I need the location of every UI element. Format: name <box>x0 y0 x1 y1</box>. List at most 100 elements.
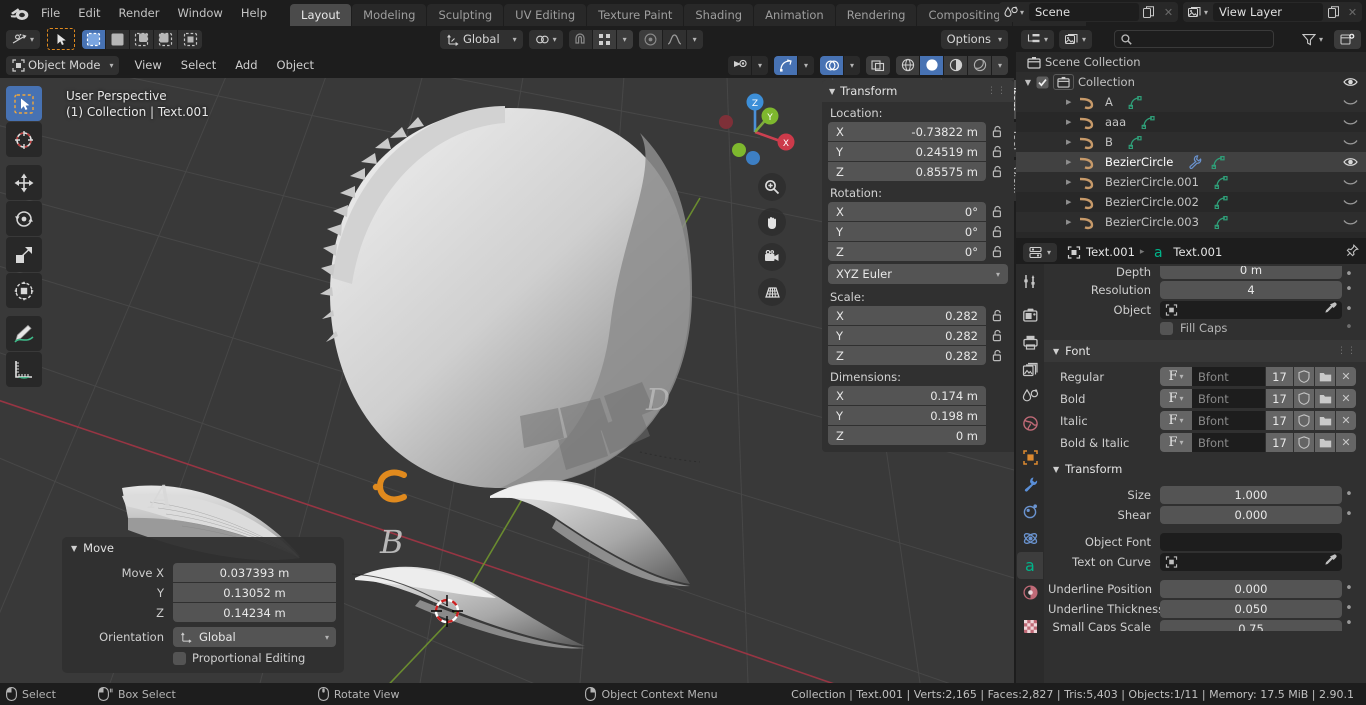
curve-data-icon[interactable] <box>1127 95 1143 109</box>
underline-row-field[interactable]: 0.75 <box>1160 620 1342 631</box>
expand-triangle-icon[interactable]: ▶ <box>1066 118 1078 126</box>
workspace-tab-sculpting[interactable]: Sculpting <box>427 4 504 26</box>
outliner-display-mode-button[interactable]: ▾ <box>1059 29 1093 49</box>
navigation-gizmo[interactable]: Z Y X <box>710 84 800 174</box>
proportional-edit-icon[interactable] <box>638 29 663 49</box>
tool-move-icon[interactable] <box>6 165 42 200</box>
expand-triangle-icon[interactable]: ▶ <box>1066 158 1078 166</box>
select-invert-icon[interactable] <box>154 29 179 49</box>
font-name-field[interactable]: Bfont <box>1192 433 1265 452</box>
eyedropper-icon[interactable] <box>1324 554 1337 570</box>
outliner-item-name[interactable]: BezierCircle.003 <box>1105 215 1199 229</box>
fake-user-shield-icon[interactable] <box>1293 389 1314 408</box>
tab-render[interactable] <box>1017 302 1043 329</box>
topbar-menu-file[interactable]: File <box>32 3 69 23</box>
fake-user-shield-icon[interactable] <box>1293 433 1314 452</box>
curve-data-icon[interactable] <box>1213 195 1229 209</box>
snap-magnet-icon[interactable] <box>568 29 593 49</box>
view-layer-selector[interactable]: ▾ View Layer ✕ <box>1182 2 1362 22</box>
animate-dot-icon[interactable]: • <box>1342 488 1356 501</box>
transform-orientation-dropdown[interactable]: Global ▾ <box>439 29 523 49</box>
pan-hand-icon[interactable] <box>758 208 786 236</box>
font-users-count[interactable]: 17 <box>1265 411 1293 430</box>
tab-world[interactable] <box>1017 410 1043 437</box>
expand-triangle-icon[interactable]: ▶ <box>1066 98 1078 106</box>
item-visibility-toggle[interactable] <box>1343 176 1358 188</box>
geometry-row-field[interactable]: 0 m <box>1160 266 1342 279</box>
workspace-tab-animation[interactable]: Animation <box>754 4 835 26</box>
collection-visibility-toggle[interactable] <box>1343 76 1358 88</box>
unlink-font-icon[interactable]: ✕ <box>1335 411 1356 430</box>
eyedropper-icon[interactable] <box>1324 302 1337 318</box>
move-row-field[interactable]: 0.13052 m <box>173 583 336 602</box>
object-mode-dropdown[interactable]: Object Mode ▾ <box>6 55 120 75</box>
outliner-search-input[interactable] <box>1114 30 1274 48</box>
workspace-tab-compositing[interactable]: Compositing <box>917 4 1012 26</box>
open-font-folder-icon[interactable] <box>1314 367 1335 386</box>
outliner-editor-type-button[interactable]: ▾ <box>1021 29 1055 49</box>
underline-row-field[interactable]: 0.000 <box>1160 580 1342 598</box>
rotation-mode-dropdown[interactable]: XYZ Euler ▾ <box>828 264 1008 284</box>
outliner-item-row[interactable]: ▶ B <box>1016 132 1366 152</box>
workspace-tab-uv-editing[interactable]: UV Editing <box>504 4 587 26</box>
lock-icon[interactable] <box>986 349 1008 362</box>
geometry-row-field[interactable]: 4 <box>1160 281 1342 299</box>
curve-data-icon[interactable] <box>1213 215 1229 229</box>
font-users-count[interactable]: 17 <box>1265 389 1293 408</box>
outliner-collection-row[interactable]: ▼ Collection <box>1016 72 1366 92</box>
font-browse-dropdown[interactable]: F ▾ <box>1160 411 1192 430</box>
collapse-triangle-icon[interactable]: ▼ <box>1053 465 1059 474</box>
zoom-icon[interactable] <box>758 173 786 201</box>
curve-data-icon[interactable] <box>1127 135 1143 149</box>
font-users-count[interactable]: 17 <box>1265 433 1293 452</box>
outliner-item-row[interactable]: ▶ BezierCircle.003 <box>1016 212 1366 232</box>
show-overlays-icon[interactable] <box>820 55 844 75</box>
animate-dot-icon[interactable]: • <box>1342 508 1356 521</box>
view-layer-name[interactable]: View Layer <box>1213 3 1323 21</box>
npanel-header[interactable]: ▼ Transform ⋮⋮ <box>822 80 1014 102</box>
np-scale-y-field[interactable]: Y 0.282 <box>828 326 986 345</box>
font-browse-dropdown[interactable]: F ▾ <box>1160 367 1192 386</box>
outliner-item-name[interactable]: A <box>1105 95 1113 109</box>
dimension-y-field[interactable]: Y 0.198 m <box>828 406 986 425</box>
lock-icon[interactable] <box>986 245 1008 258</box>
breadcrumb-object[interactable]: Text.001 <box>1086 245 1135 259</box>
expand-triangle-icon[interactable]: ▶ <box>1066 198 1078 206</box>
dimension-z-field[interactable]: Z 0 m <box>828 426 986 445</box>
object-font-field[interactable] <box>1160 533 1342 551</box>
tool-measure-icon[interactable] <box>6 352 42 387</box>
camera-view-icon[interactable] <box>758 243 786 271</box>
overlay-caret[interactable]: ▾ <box>844 55 860 75</box>
lock-icon[interactable] <box>986 329 1008 342</box>
active-tool-tweak-icon[interactable] <box>47 28 76 50</box>
shading-rendered-icon[interactable] <box>968 55 992 75</box>
collapse-triangle-icon[interactable]: ▼ <box>829 87 835 96</box>
new-scene-icon[interactable] <box>1140 2 1159 22</box>
animate-dot-icon[interactable]: • <box>1342 283 1356 296</box>
outliner-item-row[interactable]: ▶ A <box>1016 92 1366 112</box>
outliner-item-name[interactable]: BezierCircle.002 <box>1105 195 1199 209</box>
item-visibility-toggle[interactable] <box>1343 156 1358 168</box>
open-font-folder-icon[interactable] <box>1314 389 1335 408</box>
text-on-curve-field[interactable] <box>1160 553 1342 571</box>
np-rotation-x-field[interactable]: X 0° <box>828 202 986 221</box>
blender-logo-icon[interactable] <box>6 3 32 23</box>
select-set-icon[interactable] <box>82 29 107 49</box>
animate-dot-icon[interactable]: • <box>1342 602 1356 615</box>
scene-icon[interactable]: ▾ <box>998 2 1028 22</box>
outliner-item-row[interactable]: ▶ BezierCircle <box>1016 152 1366 172</box>
viewport-menu-object[interactable]: Object <box>269 56 322 74</box>
tab-texture[interactable] <box>1017 613 1043 640</box>
font-users-count[interactable]: 17 <box>1265 367 1293 386</box>
outliner-item-row[interactable]: ▶ BezierCircle.001 <box>1016 172 1366 192</box>
workspace-tab-rendering[interactable]: Rendering <box>835 4 917 26</box>
outliner-scene-collection-row[interactable]: Scene Collection <box>1016 52 1366 72</box>
item-visibility-toggle[interactable] <box>1343 196 1358 208</box>
lock-icon[interactable] <box>986 309 1008 322</box>
proportional-falloff-caret[interactable]: ▾ <box>686 29 703 49</box>
select-subtract-icon[interactable] <box>130 29 155 49</box>
workspace-tab-modeling[interactable]: Modeling <box>352 4 427 26</box>
snap-target-icon[interactable] <box>592 29 617 49</box>
font-name-field[interactable]: Bfont <box>1192 411 1265 430</box>
transform-row-field[interactable]: 1.000 <box>1160 486 1342 504</box>
